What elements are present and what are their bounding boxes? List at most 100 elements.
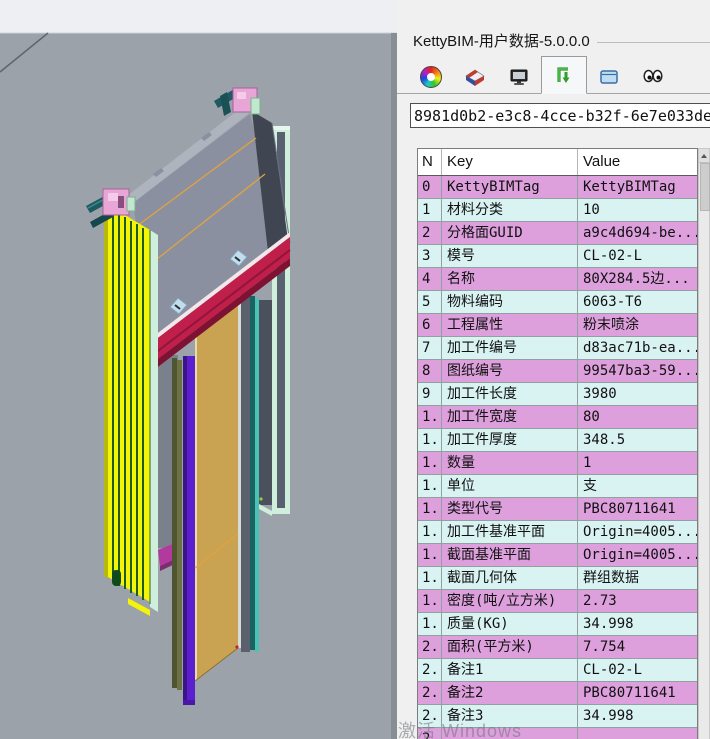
monitor-icon	[508, 66, 530, 88]
row-index: 2.	[418, 659, 442, 681]
viewport-sky	[0, 0, 397, 33]
table-row[interactable]: 1.截面基准平面Origin=4005...	[418, 544, 697, 567]
table-row[interactable]: 1材料分类10	[418, 199, 697, 222]
row-key: 模号	[442, 245, 578, 267]
row-key: 截面基准平面	[442, 544, 578, 566]
row-value: 7.754	[578, 636, 697, 658]
column-header-index[interactable]: N	[418, 149, 442, 175]
row-value: 34.998	[578, 705, 697, 727]
row-index: 7	[418, 337, 442, 359]
row-value: 348.5	[578, 429, 697, 451]
row-index: 1.	[418, 498, 442, 520]
row-index: 8	[418, 360, 442, 382]
table-row[interactable]: 2.备注1CL-02-L	[418, 659, 697, 682]
row-value: 3980	[578, 383, 697, 405]
row-value: 2.73	[578, 590, 697, 612]
row-index: 9	[418, 383, 442, 405]
table-row[interactable]: 9加工件长度3980	[418, 383, 697, 406]
row-index: 2.	[418, 636, 442, 658]
table-row[interactable]: 1.加工件宽度80	[418, 406, 697, 429]
table-row[interactable]: 5物料编码6063-T6	[418, 291, 697, 314]
table-row[interactable]: 1.类型代号PBC80711641	[418, 498, 697, 521]
row-key: 加工件长度	[442, 383, 578, 405]
column-header-key[interactable]: Key	[442, 149, 578, 175]
table-row[interactable]: 1.单位支	[418, 475, 697, 498]
tab-visibility[interactable]	[631, 61, 675, 93]
table-row[interactable]: 1.截面几何体群组数据	[418, 567, 697, 590]
table-row[interactable]: 4名称80X284.5边...	[418, 268, 697, 291]
row-value: 1	[578, 452, 697, 474]
row-value: 支	[578, 475, 697, 497]
table-row[interactable]: 2分格面GUIDa9c4d694-be...	[418, 222, 697, 245]
row-key: 备注2	[442, 682, 578, 704]
table-row[interactable]: 1.加工件基准平面Origin=4005...	[418, 521, 697, 544]
row-index: 0	[418, 176, 442, 198]
row-value: 34.998	[578, 613, 697, 635]
window-icon	[598, 66, 620, 88]
row-value: 6063-T6	[578, 291, 697, 313]
table-row[interactable]: 1.质量(KG)34.998	[418, 613, 697, 636]
row-value: 群组数据	[578, 567, 697, 589]
row-index: 1.	[418, 475, 442, 497]
row-key: 材料分类	[442, 199, 578, 221]
scroll-up-icon	[701, 154, 707, 158]
row-value: PBC80711641	[578, 682, 697, 704]
material-wedge-icon	[464, 66, 486, 88]
column-header-value[interactable]: Value	[578, 149, 697, 175]
guid-input[interactable]	[410, 103, 710, 128]
row-key: 加工件厚度	[442, 429, 578, 451]
row-key: 单位	[442, 475, 578, 497]
tab-window[interactable]	[587, 61, 631, 93]
3d-viewport[interactable]	[0, 0, 397, 739]
yellow-mullion[interactable]	[104, 205, 150, 616]
panel-title: KettyBIM-用户数据-5.0.0.0	[413, 30, 590, 51]
infill-panel-tan[interactable]	[195, 296, 239, 681]
table-row[interactable]: 1.数量1	[418, 452, 697, 475]
table-row[interactable]: 8图纸编号99547ba3-59...	[418, 360, 697, 383]
row-value: d83ac71b-ea...	[578, 337, 697, 359]
table-row[interactable]: 7加工件编号d83ac71b-ea...	[418, 337, 697, 360]
table-row[interactable]: 6工程属性粉末喷涂	[418, 314, 697, 337]
row-key: 备注1	[442, 659, 578, 681]
row-index: 1.	[418, 429, 442, 451]
kettybim-window: KettyBIM-用户数据-5.0.0.0	[0, 0, 710, 739]
mint-edge-profile[interactable]	[150, 230, 158, 612]
row-key: 图纸编号	[442, 360, 578, 382]
row-key: 加工件宽度	[442, 406, 578, 428]
row-index: 3	[418, 245, 442, 267]
row-value: CL-02-L	[578, 659, 697, 681]
tab-color-wheel[interactable]	[409, 61, 453, 93]
purple-profile[interactable]	[183, 356, 195, 705]
tab-user-data[interactable]	[541, 56, 587, 94]
row-index: 1.	[418, 452, 442, 474]
row-index: 4	[418, 268, 442, 290]
row-value: Origin=4005...	[578, 521, 697, 543]
table-row[interactable]: 2.面积(平方米)7.754	[418, 636, 697, 659]
table-row[interactable]: 3模号CL-02-L	[418, 245, 697, 268]
tab-display[interactable]	[497, 61, 541, 93]
teal-profiles[interactable]	[238, 290, 259, 652]
row-value: PBC80711641	[578, 498, 697, 520]
row-key: 工程属性	[442, 314, 578, 336]
groupbox-line	[597, 42, 710, 43]
row-key: 面积(平方米)	[442, 636, 578, 658]
row-index: 5	[418, 291, 442, 313]
row-key: 数量	[442, 452, 578, 474]
row-value: a9c4d694-be...	[578, 222, 697, 244]
olive-profiles[interactable]	[172, 358, 182, 690]
tab-material[interactable]	[453, 61, 497, 93]
table-row[interactable]: 0KettyBIMTagKettyBIMTag	[418, 176, 697, 199]
scroll-up-button[interactable]	[699, 149, 709, 163]
row-value: 粉末喷涂	[578, 314, 697, 336]
row-key: 类型代号	[442, 498, 578, 520]
table-row[interactable]: 1.密度(吨/立方米)2.73	[418, 590, 697, 613]
row-value: CL-02-L	[578, 245, 697, 267]
icon-tabbar	[397, 53, 710, 94]
table-row[interactable]: 1.加工件厚度348.5	[418, 429, 697, 452]
pipe-down-arrow-icon	[553, 64, 575, 86]
row-key: 加工件基准平面	[442, 521, 578, 543]
table-row[interactable]: 2.备注2PBC80711641	[418, 682, 697, 705]
table-scrollbar[interactable]	[698, 148, 710, 739]
scrollbar-thumb[interactable]	[700, 163, 710, 211]
row-value: Origin=4005...	[578, 544, 697, 566]
